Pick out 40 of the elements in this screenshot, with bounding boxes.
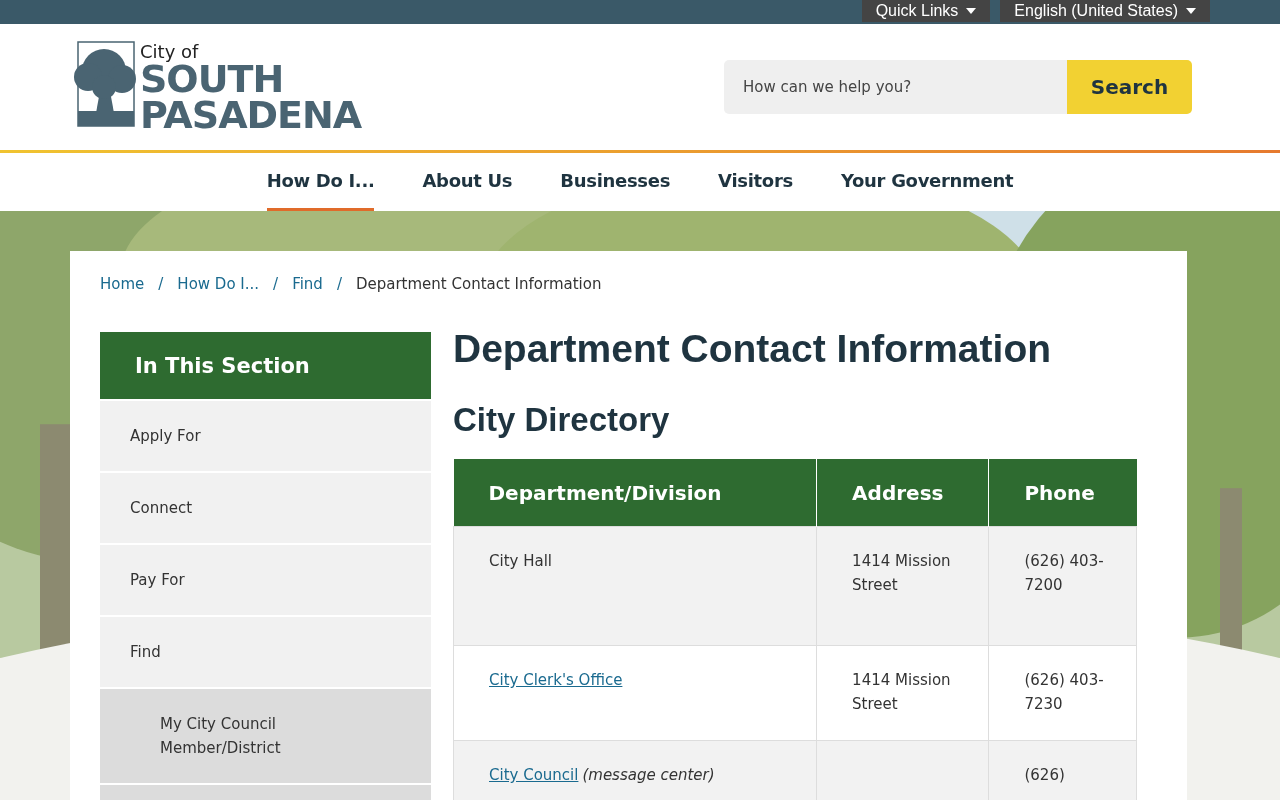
logo-title: PASADENA (140, 97, 362, 133)
search-button[interactable]: Search (1067, 60, 1192, 114)
department-link[interactable]: City Council (489, 766, 579, 784)
dropdown-menu[interactable]: English (United States) (1000, 0, 1210, 22)
nav-tab[interactable]: Businesses (560, 153, 671, 211)
department-note: (message center) (582, 766, 715, 784)
logo-title: SOUTH (140, 61, 284, 97)
section-title: City Directory (453, 400, 671, 440)
sidebar-subitem[interactable]: My City Council Member/District (100, 689, 431, 783)
breadcrumb-separator: / (158, 275, 164, 293)
sidebar-item[interactable]: Pay For (100, 545, 431, 615)
department-name: City Hall (489, 552, 552, 570)
breadcrumb-link[interactable]: Find (292, 275, 323, 293)
column-header: Address (816, 459, 989, 527)
address-text: 1414 Mission Street (852, 671, 951, 713)
department-link[interactable]: City Clerk's Office (489, 671, 623, 689)
nav-tab[interactable]: About Us (422, 153, 513, 211)
nav-tab[interactable]: Visitors (718, 153, 793, 211)
breadcrumb-link[interactable]: How Do I... (177, 275, 260, 293)
phone-text: (626) (1024, 766, 1065, 784)
breadcrumb-link[interactable]: Home (100, 275, 145, 293)
search-field[interactable]: How can we help you? (724, 60, 1067, 114)
breadcrumb-separator: / (336, 275, 342, 293)
sidebar-item[interactable]: Connect (100, 473, 431, 543)
sidebar-item[interactable]: Find (100, 617, 431, 687)
section-heading: In This Section (100, 332, 431, 399)
caret-icon (966, 8, 977, 14)
phone-text: (626) 403-7200 (1024, 552, 1104, 594)
column-header: Department/Division (453, 459, 817, 527)
nav-tab[interactable]: Your Government (840, 153, 1014, 211)
phone-text: (626) 403-7230 (1024, 671, 1104, 713)
logo-subtitle: City of (140, 43, 199, 61)
sidebar-item[interactable]: Apply For (100, 401, 431, 471)
address-text: 1414 Mission Street (852, 552, 951, 594)
breadcrumb-separator: / (273, 275, 279, 293)
dropdown-menu[interactable]: Quick Links (861, 0, 991, 22)
caret-icon (1186, 8, 1196, 14)
page-title: Department Contact Information (453, 326, 1053, 372)
column-header: Phone (988, 459, 1137, 527)
breadcrumb-current: Department Contact Information (355, 275, 602, 293)
